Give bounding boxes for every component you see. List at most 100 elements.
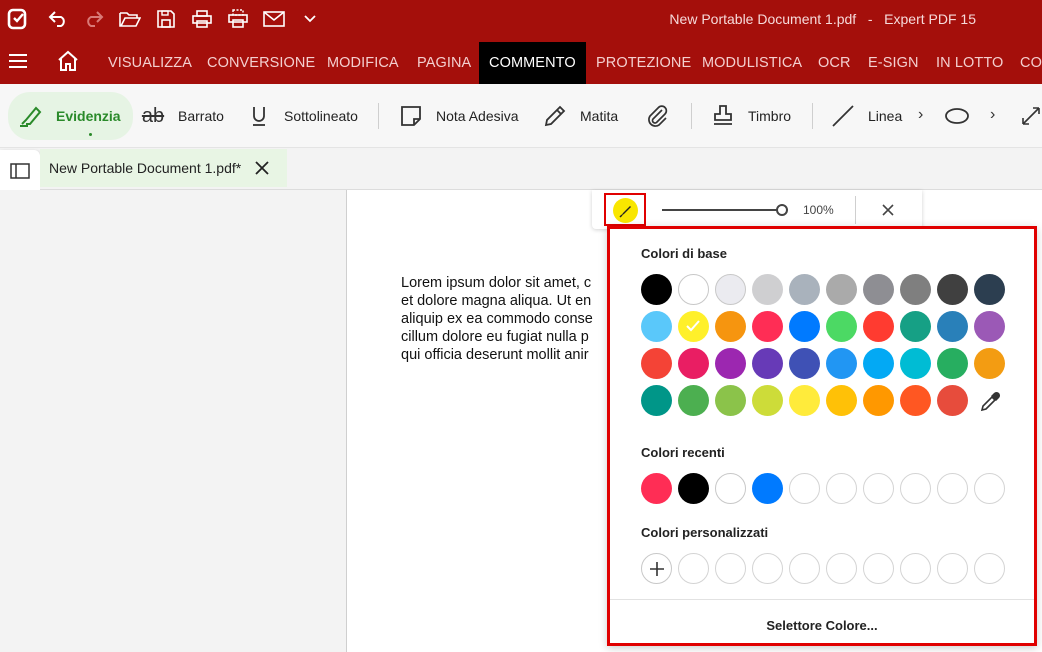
opacity-slider-track[interactable] [662,209,782,211]
color-swatch[interactable] [900,274,931,305]
line-more-chevron[interactable]: › [918,106,923,124]
ellipse-more-chevron[interactable]: › [990,106,995,124]
chevron-down-icon[interactable] [292,0,328,38]
color-swatch[interactable] [678,385,709,416]
empty-color-slot[interactable] [789,473,820,504]
color-swatch[interactable] [789,385,820,416]
color-swatch[interactable] [974,311,1005,342]
color-swatch[interactable] [863,274,894,305]
email-icon[interactable] [256,0,292,38]
color-swatch[interactable] [752,348,783,379]
color-swatch[interactable] [789,348,820,379]
color-swatch[interactable] [863,311,894,342]
undo-icon[interactable] [40,0,76,38]
color-swatch[interactable] [900,348,931,379]
empty-custom-color-slot[interactable] [826,553,857,584]
tab-pagina[interactable]: PAGINA [417,38,471,84]
color-swatch[interactable] [641,385,672,416]
ellipse-tool[interactable] [944,84,982,147]
color-swatch[interactable] [641,348,672,379]
scan-print-icon[interactable] [220,0,256,38]
empty-color-slot[interactable] [863,473,894,504]
empty-custom-color-slot[interactable] [789,553,820,584]
print-icon[interactable] [184,0,220,38]
color-swatch[interactable] [826,274,857,305]
panel-toggle-icon[interactable] [10,162,30,182]
color-swatch[interactable] [826,348,857,379]
highlight-tool[interactable]: Evidenzia [8,92,133,140]
color-swatch[interactable] [937,274,968,305]
color-swatch[interactable] [937,385,968,416]
tab-modifica[interactable]: MODIFICA [327,38,399,84]
empty-color-slot[interactable] [974,473,1005,504]
color-swatch[interactable] [863,348,894,379]
tab-in-lotto[interactable]: IN LOTTO [936,38,1003,84]
line-tool[interactable]: Linea [830,84,902,147]
color-swatch[interactable] [715,385,746,416]
color-swatch[interactable] [900,385,931,416]
color-swatch[interactable] [974,274,1005,305]
color-swatch[interactable] [715,348,746,379]
color-swatch[interactable] [715,274,746,305]
empty-custom-color-slot[interactable] [678,553,709,584]
empty-custom-color-slot[interactable] [900,553,931,584]
home-icon[interactable] [56,50,80,72]
empty-color-slot[interactable] [937,473,968,504]
color-swatch[interactable] [641,311,672,342]
strikethrough-tool[interactable]: ab Barrato [140,84,224,147]
color-swatch[interactable] [678,311,709,342]
tab-visualizza[interactable]: VISUALIZZA [108,38,192,84]
tab-e-sign[interactable]: E-SIGN [868,38,919,84]
color-swatch[interactable] [715,311,746,342]
page-text-block[interactable]: Lorem ipsum dolor sit amet, c et dolore … [401,274,621,364]
recent-color-swatch[interactable] [752,473,783,504]
empty-color-slot[interactable] [900,473,931,504]
redo-icon[interactable] [76,0,112,38]
stamp-tool[interactable]: Timbro [710,84,791,147]
pencil-tool[interactable]: Matita [542,84,618,147]
hamburger-menu-icon[interactable] [8,52,28,70]
color-swatch[interactable] [937,348,968,379]
sticky-note-tool[interactable]: Nota Adesiva [398,84,519,147]
color-swatch[interactable] [789,311,820,342]
color-swatch[interactable] [937,311,968,342]
recent-color-swatch[interactable] [641,473,672,504]
empty-color-slot[interactable] [826,473,857,504]
color-swatch[interactable] [789,274,820,305]
document-tab[interactable]: New Portable Document 1.pdf* [40,149,287,187]
close-tab-icon[interactable] [253,159,271,177]
color-swatch[interactable] [900,311,931,342]
close-floatbar-icon[interactable] [879,201,897,219]
app-logo-icon[interactable] [0,0,36,38]
empty-custom-color-slot[interactable] [863,553,894,584]
color-swatch[interactable] [826,385,857,416]
opacity-slider-thumb[interactable] [776,204,788,216]
tab-protezione[interactable]: PROTEZIONE [596,38,691,84]
add-custom-color-button[interactable] [641,553,672,584]
empty-custom-color-slot[interactable] [937,553,968,584]
tab-ocr[interactable]: OCR [818,38,851,84]
color-swatch[interactable] [641,274,672,305]
empty-custom-color-slot[interactable] [974,553,1005,584]
recent-color-swatch[interactable] [715,473,746,504]
tab-co-truncated[interactable]: CO [1020,38,1042,84]
color-selector-button[interactable]: Selettore Colore... [610,609,1034,643]
attachment-tool[interactable] [645,84,683,147]
empty-custom-color-slot[interactable] [715,553,746,584]
color-swatch[interactable] [974,348,1005,379]
color-swatch[interactable] [752,274,783,305]
empty-custom-color-slot[interactable] [752,553,783,584]
color-swatch[interactable] [752,311,783,342]
measure-tool[interactable] [1018,84,1042,147]
tab-commento[interactable]: COMMENTO [479,42,586,84]
recent-color-swatch[interactable] [678,473,709,504]
underline-tool[interactable]: Sottolineato [246,84,358,147]
tab-conversione[interactable]: CONVERSIONE [207,38,315,84]
open-folder-icon[interactable] [112,0,148,38]
color-swatch[interactable] [678,274,709,305]
eyedropper-icon[interactable] [974,386,1005,417]
color-picker-button[interactable] [604,193,646,226]
tab-modulistica[interactable]: MODULISTICA [702,38,802,84]
color-swatch[interactable] [678,348,709,379]
color-swatch[interactable] [752,385,783,416]
